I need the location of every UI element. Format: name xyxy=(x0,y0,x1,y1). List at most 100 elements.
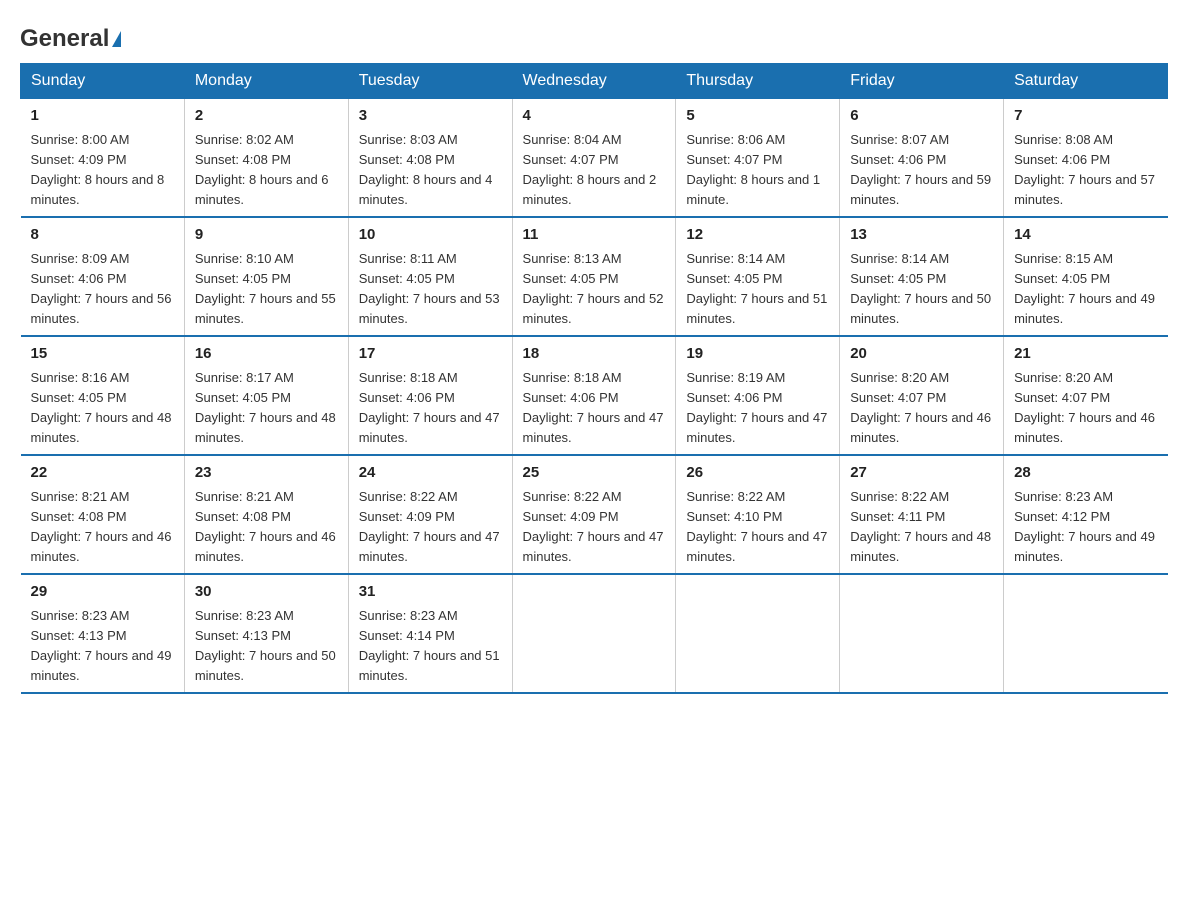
day-number: 15 xyxy=(31,343,174,366)
day-info: Sunrise: 8:06 AMSunset: 4:07 PMDaylight:… xyxy=(686,130,829,211)
day-number: 28 xyxy=(1014,462,1157,485)
day-number: 9 xyxy=(195,224,338,247)
calendar-cell: 4Sunrise: 8:04 AMSunset: 4:07 PMDaylight… xyxy=(512,99,676,218)
day-info: Sunrise: 8:23 AMSunset: 4:13 PMDaylight:… xyxy=(195,606,338,687)
day-info: Sunrise: 8:23 AMSunset: 4:13 PMDaylight:… xyxy=(31,606,174,687)
calendar-cell: 19Sunrise: 8:19 AMSunset: 4:06 PMDayligh… xyxy=(676,336,840,455)
day-number: 22 xyxy=(31,462,174,485)
calendar-cell: 21Sunrise: 8:20 AMSunset: 4:07 PMDayligh… xyxy=(1004,336,1168,455)
calendar-cell: 1Sunrise: 8:00 AMSunset: 4:09 PMDaylight… xyxy=(21,99,185,218)
calendar-cell: 30Sunrise: 8:23 AMSunset: 4:13 PMDayligh… xyxy=(184,574,348,693)
day-number: 17 xyxy=(359,343,502,366)
calendar-cell: 7Sunrise: 8:08 AMSunset: 4:06 PMDaylight… xyxy=(1004,99,1168,218)
day-info: Sunrise: 8:22 AMSunset: 4:09 PMDaylight:… xyxy=(523,487,666,568)
day-number: 19 xyxy=(686,343,829,366)
day-number: 20 xyxy=(850,343,993,366)
header-wednesday: Wednesday xyxy=(512,64,676,99)
header-sunday: Sunday xyxy=(21,64,185,99)
calendar-cell: 8Sunrise: 8:09 AMSunset: 4:06 PMDaylight… xyxy=(21,217,185,336)
day-number: 2 xyxy=(195,105,338,128)
week-row-1: 1Sunrise: 8:00 AMSunset: 4:09 PMDaylight… xyxy=(21,99,1168,218)
day-info: Sunrise: 8:10 AMSunset: 4:05 PMDaylight:… xyxy=(195,249,338,330)
day-info: Sunrise: 8:03 AMSunset: 4:08 PMDaylight:… xyxy=(359,130,502,211)
calendar-cell: 24Sunrise: 8:22 AMSunset: 4:09 PMDayligh… xyxy=(348,455,512,574)
day-number: 10 xyxy=(359,224,502,247)
calendar-header: SundayMondayTuesdayWednesdayThursdayFrid… xyxy=(21,64,1168,99)
calendar-cell: 18Sunrise: 8:18 AMSunset: 4:06 PMDayligh… xyxy=(512,336,676,455)
logo-general: General xyxy=(20,25,109,53)
day-info: Sunrise: 8:16 AMSunset: 4:05 PMDaylight:… xyxy=(31,368,174,449)
day-info: Sunrise: 8:17 AMSunset: 4:05 PMDaylight:… xyxy=(195,368,338,449)
day-number: 16 xyxy=(195,343,338,366)
day-info: Sunrise: 8:22 AMSunset: 4:09 PMDaylight:… xyxy=(359,487,502,568)
day-info: Sunrise: 8:23 AMSunset: 4:12 PMDaylight:… xyxy=(1014,487,1157,568)
day-number: 31 xyxy=(359,581,502,604)
calendar-cell xyxy=(1004,574,1168,693)
calendar-cell: 23Sunrise: 8:21 AMSunset: 4:08 PMDayligh… xyxy=(184,455,348,574)
calendar-body: 1Sunrise: 8:00 AMSunset: 4:09 PMDaylight… xyxy=(21,99,1168,694)
calendar-cell: 11Sunrise: 8:13 AMSunset: 4:05 PMDayligh… xyxy=(512,217,676,336)
day-info: Sunrise: 8:13 AMSunset: 4:05 PMDaylight:… xyxy=(523,249,666,330)
header-thursday: Thursday xyxy=(676,64,840,99)
day-info: Sunrise: 8:04 AMSunset: 4:07 PMDaylight:… xyxy=(523,130,666,211)
calendar-cell: 12Sunrise: 8:14 AMSunset: 4:05 PMDayligh… xyxy=(676,217,840,336)
week-row-3: 15Sunrise: 8:16 AMSunset: 4:05 PMDayligh… xyxy=(21,336,1168,455)
day-number: 26 xyxy=(686,462,829,485)
day-info: Sunrise: 8:21 AMSunset: 4:08 PMDaylight:… xyxy=(195,487,338,568)
day-number: 29 xyxy=(31,581,174,604)
week-row-5: 29Sunrise: 8:23 AMSunset: 4:13 PMDayligh… xyxy=(21,574,1168,693)
header-saturday: Saturday xyxy=(1004,64,1168,99)
day-info: Sunrise: 8:07 AMSunset: 4:06 PMDaylight:… xyxy=(850,130,993,211)
calendar-table: SundayMondayTuesdayWednesdayThursdayFrid… xyxy=(20,63,1168,694)
day-number: 1 xyxy=(31,105,174,128)
calendar-cell: 22Sunrise: 8:21 AMSunset: 4:08 PMDayligh… xyxy=(21,455,185,574)
calendar-cell: 25Sunrise: 8:22 AMSunset: 4:09 PMDayligh… xyxy=(512,455,676,574)
calendar-cell: 3Sunrise: 8:03 AMSunset: 4:08 PMDaylight… xyxy=(348,99,512,218)
day-number: 4 xyxy=(523,105,666,128)
calendar-cell: 31Sunrise: 8:23 AMSunset: 4:14 PMDayligh… xyxy=(348,574,512,693)
day-number: 5 xyxy=(686,105,829,128)
day-info: Sunrise: 8:09 AMSunset: 4:06 PMDaylight:… xyxy=(31,249,174,330)
calendar-cell: 2Sunrise: 8:02 AMSunset: 4:08 PMDaylight… xyxy=(184,99,348,218)
day-number: 13 xyxy=(850,224,993,247)
calendar-cell xyxy=(840,574,1004,693)
day-number: 6 xyxy=(850,105,993,128)
header-monday: Monday xyxy=(184,64,348,99)
calendar-cell xyxy=(512,574,676,693)
calendar-cell: 15Sunrise: 8:16 AMSunset: 4:05 PMDayligh… xyxy=(21,336,185,455)
week-row-4: 22 Sunrise: 8:21 AMSunset: 4:08 PMDayligh… xyxy=(21,455,1168,574)
logo-arrow-icon xyxy=(112,31,121,47)
calendar-cell: 5Sunrise: 8:06 AMSunset: 4:07 PMDaylight… xyxy=(676,99,840,218)
header-tuesday: Tuesday xyxy=(348,64,512,99)
day-number: 8 xyxy=(31,224,174,247)
day-number: 12 xyxy=(686,224,829,247)
day-info: Sunrise: 8:15 AMSunset: 4:05 PMDaylight:… xyxy=(1014,249,1157,330)
header-friday: Friday xyxy=(840,64,1004,99)
calendar-cell: 20Sunrise: 8:20 AMSunset: 4:07 PMDayligh… xyxy=(840,336,1004,455)
calendar-cell xyxy=(676,574,840,693)
calendar-cell: 16Sunrise: 8:17 AMSunset: 4:05 PMDayligh… xyxy=(184,336,348,455)
day-info: Sunrise: 8:20 AMSunset: 4:07 PMDaylight:… xyxy=(1014,368,1157,449)
calendar-cell: 6Sunrise: 8:07 AMSunset: 4:06 PMDaylight… xyxy=(840,99,1004,218)
day-number: 21 xyxy=(1014,343,1157,366)
day-number: 11 xyxy=(523,224,666,247)
week-row-2: 8Sunrise: 8:09 AMSunset: 4:06 PMDaylight… xyxy=(21,217,1168,336)
day-info: Sunrise: 8:19 AMSunset: 4:06 PMDaylight:… xyxy=(686,368,829,449)
logo: General xyxy=(20,20,121,53)
day-info: Sunrise: 8:14 AMSunset: 4:05 PMDaylight:… xyxy=(686,249,829,330)
page-header: General xyxy=(20,20,1168,53)
day-number: 24 xyxy=(359,462,502,485)
day-number: 7 xyxy=(1014,105,1157,128)
day-info: Sunrise: 8:22 AMSunset: 4:10 PMDaylight:… xyxy=(686,487,829,568)
day-number: 3 xyxy=(359,105,502,128)
header-row: SundayMondayTuesdayWednesdayThursdayFrid… xyxy=(21,64,1168,99)
day-info: Sunrise: 8:20 AMSunset: 4:07 PMDaylight:… xyxy=(850,368,993,449)
day-info: Sunrise: 8:23 AMSunset: 4:14 PMDaylight:… xyxy=(359,606,502,687)
day-info: Sunrise: 8:14 AMSunset: 4:05 PMDaylight:… xyxy=(850,249,993,330)
calendar-cell: 26Sunrise: 8:22 AMSunset: 4:10 PMDayligh… xyxy=(676,455,840,574)
day-number: 23 xyxy=(195,462,338,485)
day-info: Sunrise: 8:00 AMSunset: 4:09 PMDaylight:… xyxy=(31,130,174,211)
day-info: Sunrise: 8:02 AMSunset: 4:08 PMDaylight:… xyxy=(195,130,338,211)
calendar-cell: 9Sunrise: 8:10 AMSunset: 4:05 PMDaylight… xyxy=(184,217,348,336)
day-info: Sunrise: 8:18 AMSunset: 4:06 PMDaylight:… xyxy=(359,368,502,449)
